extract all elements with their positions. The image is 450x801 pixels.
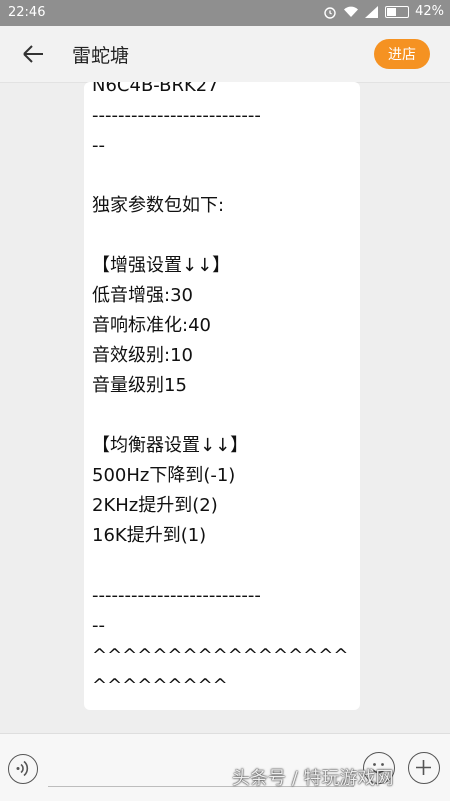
message-text: N6C4B-BRK27 -------------------------- -- …: [92, 82, 352, 701]
wifi-icon: [344, 6, 359, 18]
message-line: --: [92, 615, 105, 636]
message-line: 16K提升到(1): [92, 525, 207, 546]
message-line: 音量级别15: [92, 375, 187, 396]
voice-icon: [16, 760, 29, 777]
message-line: --------------------------: [92, 105, 261, 126]
chat-header: 雷蛇塘 进店: [0, 26, 450, 83]
message-line: 500Hz下降到(-1): [92, 465, 236, 486]
battery-percent: 42%: [415, 4, 444, 19]
message-line: --------------------------: [92, 585, 261, 606]
message-line: [92, 551, 352, 581]
message-line: [92, 161, 352, 191]
voice-input-button[interactable]: [8, 754, 38, 784]
message-bubble: N6C4B-BRK27 -------------------------- -- …: [84, 82, 360, 710]
status-time: 22:46: [8, 5, 46, 20]
message-line: 低音增强:30: [92, 285, 193, 306]
message-line: 2KHz提升到(2): [92, 495, 218, 516]
message-line: [92, 221, 352, 251]
signal-icon: [365, 5, 379, 18]
message-line: 独家参数包如下:: [92, 195, 225, 216]
plus-icon: [416, 760, 431, 775]
back-arrow-icon[interactable]: [18, 39, 48, 69]
message-line: 音响标准化:40: [92, 315, 211, 336]
alarm-icon: [324, 6, 336, 19]
message-line: N6C4B-BRK27: [92, 82, 219, 96]
more-options-button[interactable]: [408, 752, 440, 784]
message-line: --: [92, 135, 105, 156]
chat-title: 雷蛇塘: [72, 45, 130, 67]
battery-icon: [385, 5, 410, 18]
watermark-text: 头条号 / 特玩游戏网: [232, 768, 394, 789]
message-line: 音效级别:10: [92, 345, 193, 366]
status-bar: 22:46 42%: [0, 0, 450, 26]
status-icons: 42%: [323, 4, 444, 19]
enter-store-button[interactable]: 进店: [374, 39, 430, 69]
message-line: ^^^^^^^^^^^^^^^^^^^^^^^^^^: [92, 645, 349, 696]
message-line: 【增强设置↓↓】: [92, 255, 231, 276]
message-line: [92, 401, 352, 431]
message-line: 【均衡器设置↓↓】: [92, 435, 249, 456]
